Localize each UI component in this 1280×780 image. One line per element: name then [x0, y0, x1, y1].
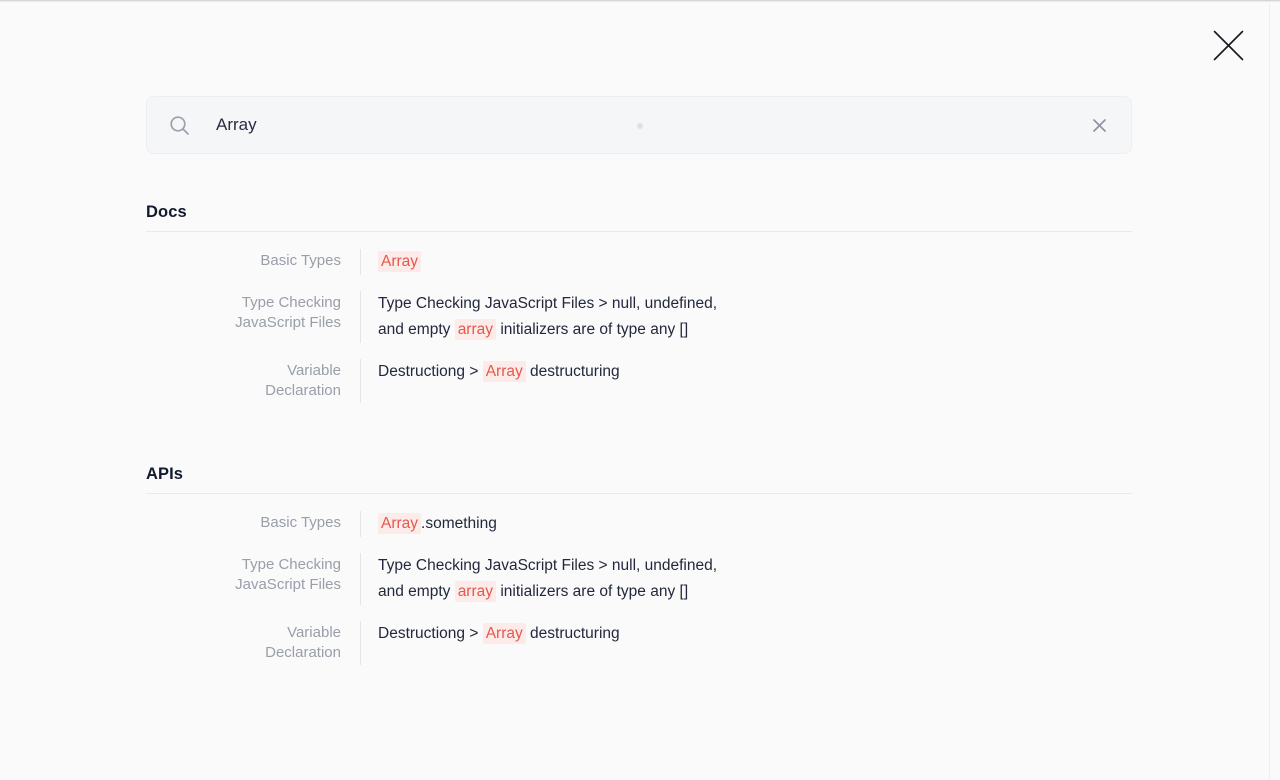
search-icon: [169, 115, 190, 136]
section-title: APIs: [146, 465, 1132, 484]
search-match-highlight: Array: [378, 251, 421, 272]
result-text: Destructiong > Array destructuring: [361, 621, 721, 665]
result-text: Array.something: [361, 511, 721, 537]
result-category-label: Type Checking JavaScript Files: [146, 553, 360, 605]
result-category-label: Variable Declaration: [146, 621, 360, 665]
clear-icon: [1092, 118, 1107, 133]
result-text-part: destructuring: [526, 625, 620, 642]
search-result-row[interactable]: Type Checking JavaScript Files Type Chec…: [146, 553, 1132, 605]
section-divider: [146, 493, 1132, 494]
result-category-label: Type Checking JavaScript Files: [146, 291, 360, 343]
result-rows: Basic Types Array Type Checking JavaScri…: [146, 249, 1132, 403]
search-match-highlight: array: [455, 319, 496, 340]
result-text-part: Destructiong >: [378, 363, 483, 380]
search-results: Docs Basic Types Array Type Checking Jav…: [146, 203, 1132, 665]
search-result-row[interactable]: Variable Declaration Destructiong > Arra…: [146, 621, 1132, 665]
result-text-part: initializers are of type any []: [496, 321, 688, 338]
result-category-label: Variable Declaration: [146, 359, 360, 403]
result-text-part: .something: [421, 515, 497, 532]
result-text: Destructiong > Array destructuring: [361, 359, 721, 403]
search-result-row[interactable]: Basic Types Array: [146, 249, 1132, 275]
search-input[interactable]: [214, 114, 1088, 136]
section-divider: [146, 231, 1132, 232]
result-section: Docs Basic Types Array Type Checking Jav…: [146, 203, 1132, 403]
close-icon: [1212, 29, 1245, 62]
result-text: Type Checking JavaScript Files > null, u…: [361, 553, 721, 605]
search-result-row[interactable]: Basic Types Array.something: [146, 511, 1132, 537]
section-title: Docs: [146, 203, 1132, 222]
search-match-highlight: Array: [483, 361, 526, 382]
result-text-part: Destructiong >: [378, 625, 483, 642]
result-text: Type Checking JavaScript Files > null, u…: [361, 291, 721, 343]
result-text: Array: [361, 249, 721, 275]
search-overlay: Docs Basic Types Array Type Checking Jav…: [146, 96, 1132, 727]
result-category-label: Basic Types: [146, 511, 360, 537]
cursor-dot: [637, 123, 643, 129]
search-match-highlight: Array: [378, 513, 421, 534]
result-category-label: Basic Types: [146, 249, 360, 275]
result-text-part: initializers are of type any []: [496, 583, 688, 600]
result-text-part: destructuring: [526, 363, 620, 380]
close-button[interactable]: [1211, 28, 1245, 62]
result-section: APIs Basic Types Array.something Type Ch…: [146, 465, 1132, 665]
scrollbar-track-edge: [1269, 3, 1270, 780]
search-match-highlight: Array: [483, 623, 526, 644]
search-result-row[interactable]: Variable Declaration Destructiong > Arra…: [146, 359, 1132, 403]
result-rows: Basic Types Array.something Type Checkin…: [146, 511, 1132, 665]
window-top-edge: [0, 0, 1280, 2]
search-match-highlight: array: [455, 581, 496, 602]
clear-search-button[interactable]: [1088, 114, 1111, 137]
search-result-row[interactable]: Type Checking JavaScript Files Type Chec…: [146, 291, 1132, 343]
